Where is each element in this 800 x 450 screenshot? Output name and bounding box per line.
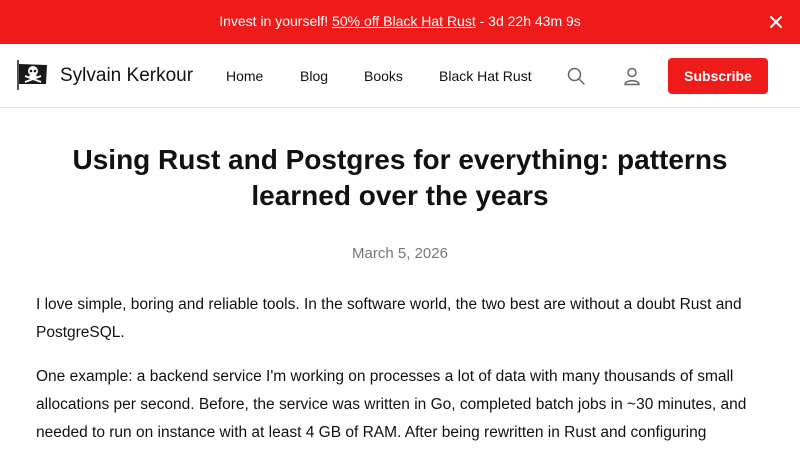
nav-link-books[interactable]: Books: [364, 68, 403, 84]
promo-banner-text: Invest in yourself! 50% off Black Hat Ru…: [0, 13, 800, 29]
nav-link-blog[interactable]: Blog: [300, 68, 328, 84]
article-title: Using Rust and Postgres for everything: …: [72, 144, 728, 211]
article-paragraph: I love simple, boring and reliable tools…: [36, 296, 742, 341]
search-icon[interactable]: [566, 66, 586, 86]
pirate-flag-icon[interactable]: [16, 60, 48, 90]
top-navigation: Sylvain Kerkour Home Blog Books Black Ha…: [0, 44, 800, 108]
promo-link[interactable]: 50% off Black Hat Rust: [332, 13, 476, 29]
close-icon[interactable]: [768, 14, 784, 30]
promo-countdown: - 3d 22h 43m 9s: [479, 13, 581, 29]
subscribe-button[interactable]: Subscribe: [668, 58, 768, 94]
article-date: March 5, 2026: [352, 245, 448, 262]
promo-prefix: Invest in yourself!: [219, 13, 329, 29]
site-name[interactable]: Sylvain Kerkour: [60, 65, 193, 87]
article-paragraph: One example: a backend service I'm worki…: [36, 368, 747, 441]
promo-banner: Invest in yourself! 50% off Black Hat Ru…: [0, 0, 800, 44]
nav-link-black-hat-rust[interactable]: Black Hat Rust: [439, 68, 532, 84]
nav-link-home[interactable]: Home: [226, 68, 263, 84]
user-icon[interactable]: [622, 66, 642, 86]
article-body: I love simple, boring and reliable tools…: [36, 291, 768, 450]
